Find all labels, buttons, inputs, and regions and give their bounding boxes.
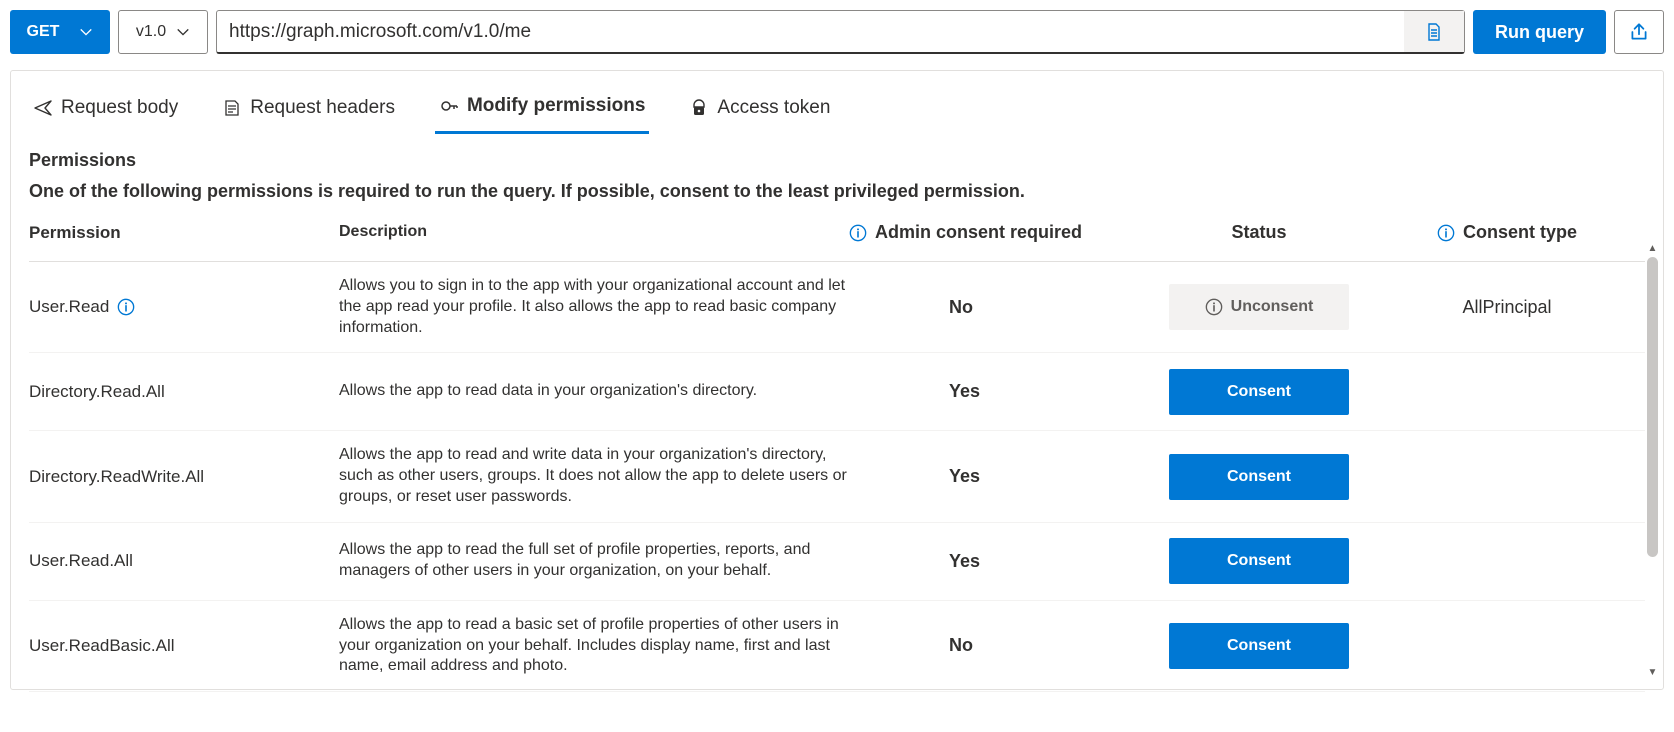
permission-cell: User.Read.All [29,551,339,571]
permission-cell: Directory.ReadWrite.All [29,467,339,487]
tab-access-token[interactable]: Access token [685,91,834,134]
admin-consent-cell: No [849,635,1149,656]
description-cell: Allows the app to read and write data in… [339,445,849,507]
tab-request-headers[interactable]: Request headers [218,91,399,134]
table-row: User.Read Allows you to sign in to the ap… [29,262,1645,353]
col-header-consent-type[interactable]: Consent type [1369,222,1645,243]
document-icon [1424,22,1444,42]
consent-button[interactable]: Consent [1169,369,1349,415]
permissions-description: One of the following permissions is requ… [29,181,1645,202]
unconsent-button[interactable]: Unconsent [1169,284,1349,330]
run-query-button[interactable]: Run query [1473,10,1606,54]
description-cell: Allows the app to read the full set of p… [339,540,849,582]
status-cell: Unconsent [1149,284,1369,330]
table-row: User.ReadBasic.All Allows the app to read… [29,601,1645,692]
table-row: Directory.Read.All Allows the app to read… [29,353,1645,431]
status-cell: Consent [1149,454,1369,500]
permission-name: User.ReadBasic.All [29,636,175,656]
table-row: User.Read.All Allows the app to read the … [29,523,1645,601]
permissions-heading: Permissions [29,150,1645,171]
chevron-down-icon [176,25,190,39]
docs-link-button[interactable] [1404,11,1464,52]
url-field-wrap [216,10,1465,54]
request-tabs: Request body Request headers Modify perm… [29,71,1645,134]
permission-cell: Directory.Read.All [29,382,339,402]
table-row: Directory.ReadWrite.All Allows the app to… [29,431,1645,522]
status-label: Unconsent [1231,298,1314,316]
info-icon [1205,298,1223,316]
request-panel: Request body Request headers Modify perm… [10,70,1664,690]
request-url-input[interactable] [229,21,1404,43]
admin-consent-cell: Yes [849,381,1149,402]
scroll-thumb[interactable] [1647,257,1658,557]
permissions-table-header: Permission Description Admin consent req… [29,222,1645,262]
status-cell: Consent [1149,369,1369,415]
info-icon[interactable] [117,298,135,316]
api-version-select[interactable]: v1.0 [118,10,208,54]
permission-cell: User.Read [29,297,339,317]
scroll-down-arrow[interactable]: ▼ [1645,665,1660,679]
col-header-admin-label: Admin consent required [875,222,1082,243]
query-toolbar: GET v1.0 Run query [10,10,1664,54]
col-header-admin-consent[interactable]: Admin consent required [849,222,1149,243]
col-header-permission[interactable]: Permission [29,223,339,243]
description-cell: Allows the app to read a basic set of pr… [339,615,849,677]
table-scrollbar[interactable]: ▲ ▼ [1645,241,1660,679]
tab-label: Access token [717,97,830,119]
tab-label: Request body [61,97,178,119]
consent-button[interactable]: Consent [1169,538,1349,584]
col-header-type-label: Consent type [1463,222,1577,243]
key-icon [439,96,459,116]
permission-name: User.Read [29,297,109,317]
info-icon [849,224,867,242]
info-icon [1437,224,1455,242]
chevron-down-icon [79,25,93,39]
permission-name: User.Read.All [29,551,133,571]
tab-request-body[interactable]: Request body [29,91,182,134]
headers-icon [222,98,242,118]
permission-name: Directory.ReadWrite.All [29,467,204,487]
description-cell: Allows the app to read data in your orga… [339,381,849,402]
status-cell: Consent [1149,623,1369,669]
admin-consent-cell: Yes [849,551,1149,572]
scroll-up-arrow[interactable]: ▲ [1645,241,1660,255]
api-version-label: v1.0 [136,23,166,41]
consent-type-cell: AllPrincipal [1369,297,1645,318]
description-cell: Allows you to sign in to the app with yo… [339,276,849,338]
permissions-table-body: User.Read Allows you to sign in to the ap… [29,262,1645,692]
share-button[interactable] [1614,10,1664,54]
share-icon [1628,21,1650,43]
consent-button[interactable]: Consent [1169,454,1349,500]
tab-label: Modify permissions [467,95,645,117]
tab-modify-permissions[interactable]: Modify permissions [435,91,649,134]
col-header-status[interactable]: Status [1149,222,1369,243]
admin-consent-cell: No [849,297,1149,318]
admin-consent-cell: Yes [849,466,1149,487]
consent-button[interactable]: Consent [1169,623,1349,669]
status-cell: Consent [1149,538,1369,584]
http-method-label: GET [27,23,60,41]
permission-name: Directory.Read.All [29,382,165,402]
send-icon [33,98,53,118]
permission-cell: User.ReadBasic.All [29,636,339,656]
lock-icon [689,98,709,118]
col-header-description[interactable]: Description [339,222,849,243]
tab-label: Request headers [250,97,395,119]
http-method-select[interactable]: GET [10,10,110,54]
